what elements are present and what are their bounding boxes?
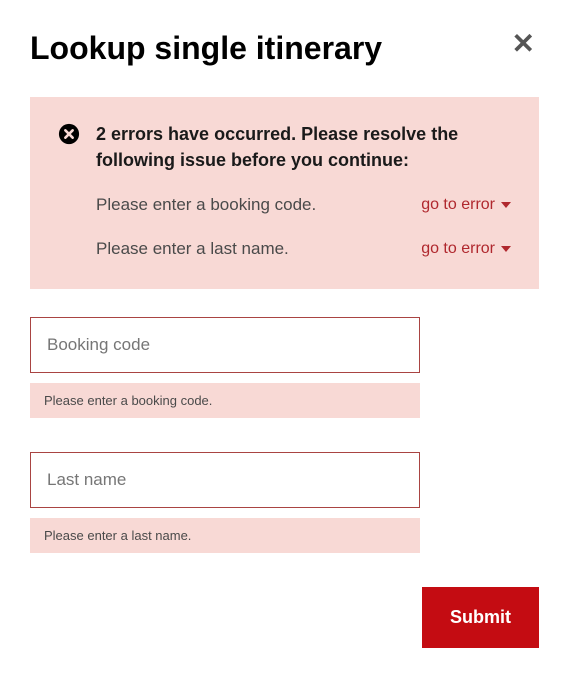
caret-down-icon [501,202,511,208]
booking-code-field-group: Please enter a booking code. [30,317,420,418]
last-name-error: Please enter a last name. [30,518,420,553]
booking-code-input[interactable] [30,317,420,373]
last-name-field-group: Please enter a last name. [30,452,420,553]
error-summary-item: Please enter a last name. go to error [58,239,511,259]
actions-row: Submit [30,587,539,648]
goto-error-link[interactable]: go to error [421,196,511,214]
error-summary-header: 2 errors have occurred. Please resolve t… [58,121,511,173]
submit-button[interactable]: Submit [422,587,539,648]
last-name-input[interactable] [30,452,420,508]
goto-error-link[interactable]: go to error [421,240,511,258]
booking-code-error: Please enter a booking code. [30,383,420,418]
caret-down-icon [501,246,511,252]
error-summary-text: Please enter a booking code. [96,195,316,215]
close-button[interactable]: ✕ [508,30,539,58]
page-title: Lookup single itinerary [30,30,382,67]
error-summary-item: Please enter a booking code. go to error [58,195,511,215]
goto-error-label: go to error [421,240,495,258]
error-summary-title: 2 errors have occurred. Please resolve t… [96,121,511,173]
goto-error-label: go to error [421,196,495,214]
error-summary-panel: 2 errors have occurred. Please resolve t… [30,97,539,289]
modal-header: Lookup single itinerary ✕ [30,30,539,67]
error-icon [58,123,80,145]
error-summary-text: Please enter a last name. [96,239,289,259]
